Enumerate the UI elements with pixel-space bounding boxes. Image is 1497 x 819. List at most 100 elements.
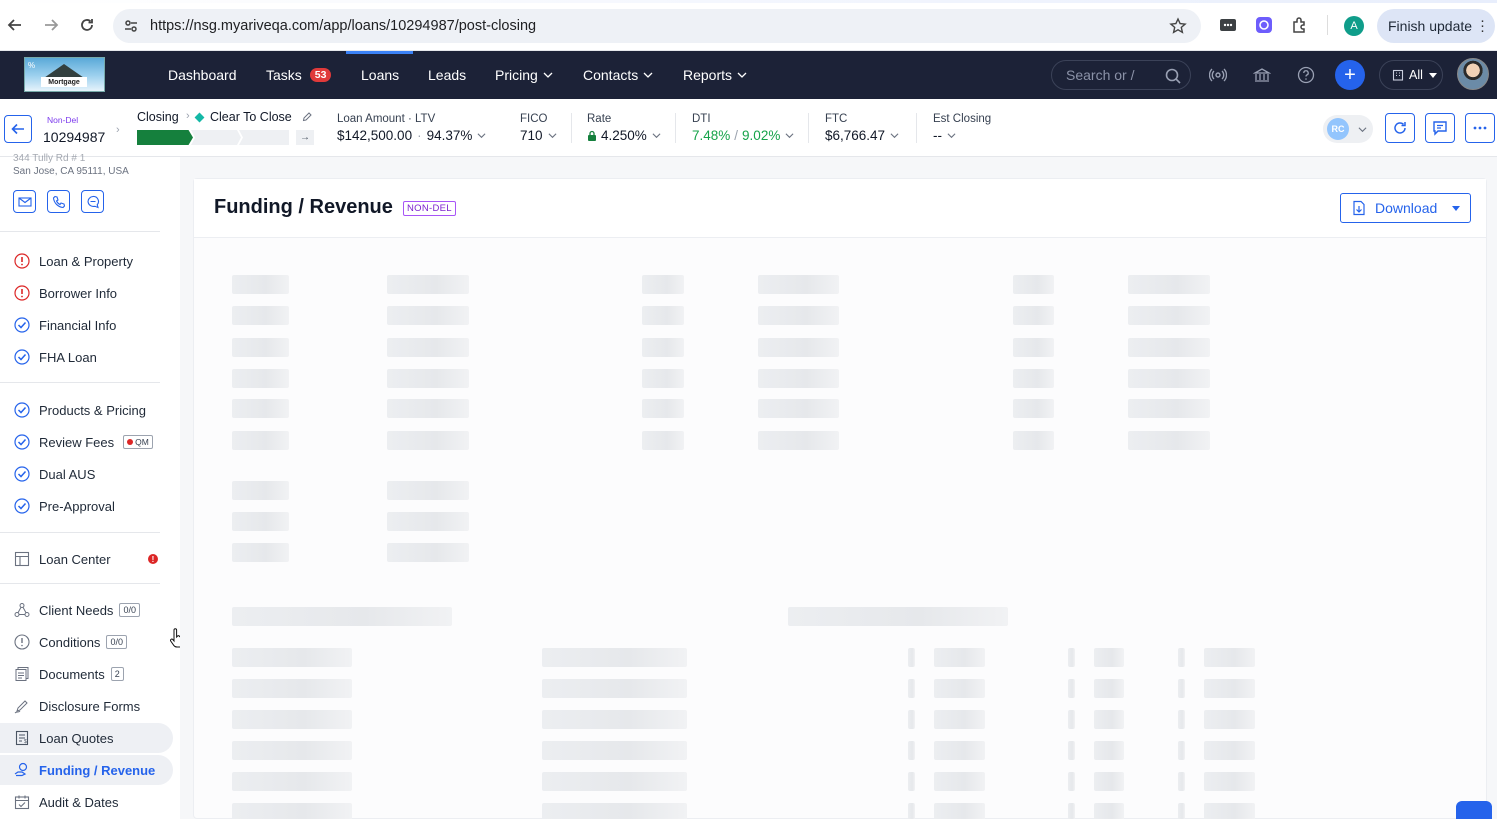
metric-fico[interactable]: FICO 710 (520, 113, 557, 143)
skeleton-placeholder (1094, 772, 1124, 791)
kebab-menu-icon[interactable]: · · · (1480, 13, 1485, 38)
sidebar-item-review-fees[interactable]: Review Fees QM (0, 427, 173, 457)
skeleton-placeholder (232, 543, 289, 562)
skeleton-placeholder (1178, 741, 1185, 760)
loan-substage-label: Clear To Close (210, 110, 292, 124)
nav-pricing-label: Pricing (495, 67, 538, 83)
extensions-puzzle-icon[interactable] (1291, 16, 1309, 34)
help-icon[interactable] (1297, 66, 1315, 84)
sidebar-item-products-pricing[interactable]: Products & Pricing (0, 395, 173, 425)
sidebar-item-label: Borrower Info (39, 285, 118, 301)
skeleton-placeholder (1013, 275, 1054, 294)
sidebar-item-documents[interactable]: Documents 2 (0, 659, 173, 689)
funding-hand-coin-icon (13, 762, 30, 779)
skeleton-placeholder (1204, 772, 1255, 791)
scope-select[interactable]: All (1379, 60, 1443, 90)
broadcast-icon[interactable] (1209, 66, 1227, 84)
search-icon[interactable] (1164, 67, 1182, 85)
bank-icon[interactable] (1253, 66, 1271, 84)
skeleton-placeholder (542, 741, 687, 760)
sidebar-item-conditions[interactable]: Conditions 0/0 (0, 627, 173, 657)
exclamation-circle-icon (13, 634, 30, 651)
message-button[interactable] (81, 190, 104, 213)
caret-down-icon[interactable] (1452, 206, 1460, 211)
email-button[interactable] (13, 190, 36, 213)
metric-ftc[interactable]: FTC $6,766.47 (825, 113, 899, 143)
nav-pricing[interactable]: Pricing (495, 51, 553, 99)
skeleton-placeholder (758, 306, 839, 325)
fico-label: FICO (520, 113, 548, 125)
envelope-icon (17, 196, 32, 207)
site-settings-icon[interactable] (123, 18, 139, 34)
rate-value: 4.250% (601, 128, 647, 143)
nav-leads-label: Leads (428, 67, 467, 83)
loan-substage[interactable]: Clear To Close (194, 110, 312, 124)
nav-reports-label: Reports (683, 67, 733, 83)
sidebar-item-fha-loan[interactable]: FHA Loan (0, 342, 173, 372)
skeleton-placeholder (642, 306, 684, 325)
chevron-down-icon (652, 133, 661, 139)
loan-number[interactable]: 10294987 (43, 129, 105, 145)
loan-stage[interactable]: Closing (137, 110, 179, 124)
nav-contacts[interactable]: Contacts (583, 51, 653, 99)
nav-tasks[interactable]: Tasks 53 (266, 51, 332, 99)
sidebar-item-dual-aus[interactable]: Dual AUS (0, 459, 173, 489)
url-text[interactable]: https://nsg.myariveqa.com/app/loans/1029… (150, 18, 536, 34)
metric-est-closing[interactable]: Est Closing -- (933, 113, 991, 143)
sidebar-item-audit-dates[interactable]: Audit & Dates (0, 787, 173, 817)
forward-arrow-icon[interactable] (40, 14, 62, 36)
metric-loan-amount[interactable]: Loan Amount · LTV $142,500.00 · 94.37% (337, 113, 486, 143)
skeleton-placeholder (232, 338, 289, 357)
nav-reports[interactable]: Reports (683, 51, 747, 99)
create-new-button[interactable]: + (1335, 60, 1365, 90)
download-button[interactable]: Download (1340, 193, 1471, 223)
sidebar-item-financial-info[interactable]: Financial Info (0, 310, 173, 340)
skeleton-placeholder (387, 543, 469, 562)
global-search-input[interactable]: Search or / (1051, 60, 1191, 90)
toolbar-divider (1327, 15, 1328, 35)
sidebar-item-loan-quotes[interactable]: $ Loan Quotes (0, 723, 173, 753)
tasks-count-badge: 53 (309, 68, 332, 82)
back-button[interactable] (4, 115, 32, 143)
address-line-1: 344 Tully Rd # 1 (13, 153, 86, 164)
assignee-select[interactable]: RC (1323, 115, 1373, 143)
reload-icon[interactable] (76, 14, 98, 36)
profile-avatar[interactable]: A (1344, 16, 1364, 36)
nav-loans[interactable]: Loans (361, 51, 399, 99)
skeleton-placeholder (542, 803, 687, 819)
nav-loans-label: Loans (361, 67, 400, 83)
refresh-button[interactable] (1385, 113, 1415, 143)
sidebar-item-loan-property[interactable]: Loan & Property (0, 246, 173, 276)
sidebar-item-label: Loan Quotes (39, 730, 114, 746)
user-avatar[interactable] (1457, 58, 1489, 90)
bookmark-star-icon[interactable] (1169, 17, 1187, 35)
address-bar[interactable]: https://nsg.myariveqa.com/app/loans/1029… (113, 9, 1201, 43)
skeleton-placeholder (1204, 679, 1255, 698)
finish-update-button[interactable]: Finish update · · · (1377, 9, 1495, 43)
ftc-label: FTC (825, 113, 848, 125)
metric-rate[interactable]: Rate 4.250% (587, 113, 661, 143)
sidebar-item-pre-approval[interactable]: Pre-Approval (0, 491, 173, 521)
comments-button[interactable] (1425, 113, 1455, 143)
skeleton-placeholder (1068, 741, 1075, 760)
back-arrow-icon[interactable] (4, 14, 26, 36)
extension-password-icon[interactable] (1219, 16, 1237, 34)
skeleton-placeholder (642, 369, 684, 388)
help-chat-button[interactable] (1456, 801, 1492, 819)
skeleton-placeholder (934, 648, 985, 667)
sidebar-item-label: Funding / Revenue (39, 762, 156, 778)
extension-gear-icon[interactable] (1255, 16, 1273, 34)
more-options-button[interactable] (1465, 113, 1495, 143)
sidebar-item-disclosure-forms[interactable]: Disclosure Forms (0, 691, 173, 721)
sidebar-item-borrower-info[interactable]: Borrower Info (0, 278, 173, 308)
sidebar-item-client-needs[interactable]: Client Needs 0/0 (0, 595, 173, 625)
sidebar-item-funding-revenue[interactable]: Funding / Revenue (0, 755, 173, 785)
company-logo[interactable]: % Mortgage (24, 57, 105, 92)
skeleton-placeholder (1013, 431, 1054, 450)
advance-stage-arrow-icon[interactable]: → (296, 130, 314, 145)
metric-dti[interactable]: DTI 7.48%/9.02% (692, 113, 794, 143)
nav-dashboard[interactable]: Dashboard (168, 51, 237, 99)
nav-leads[interactable]: Leads (428, 51, 466, 99)
call-button[interactable] (47, 190, 70, 213)
edit-pencil-icon[interactable] (302, 112, 312, 122)
